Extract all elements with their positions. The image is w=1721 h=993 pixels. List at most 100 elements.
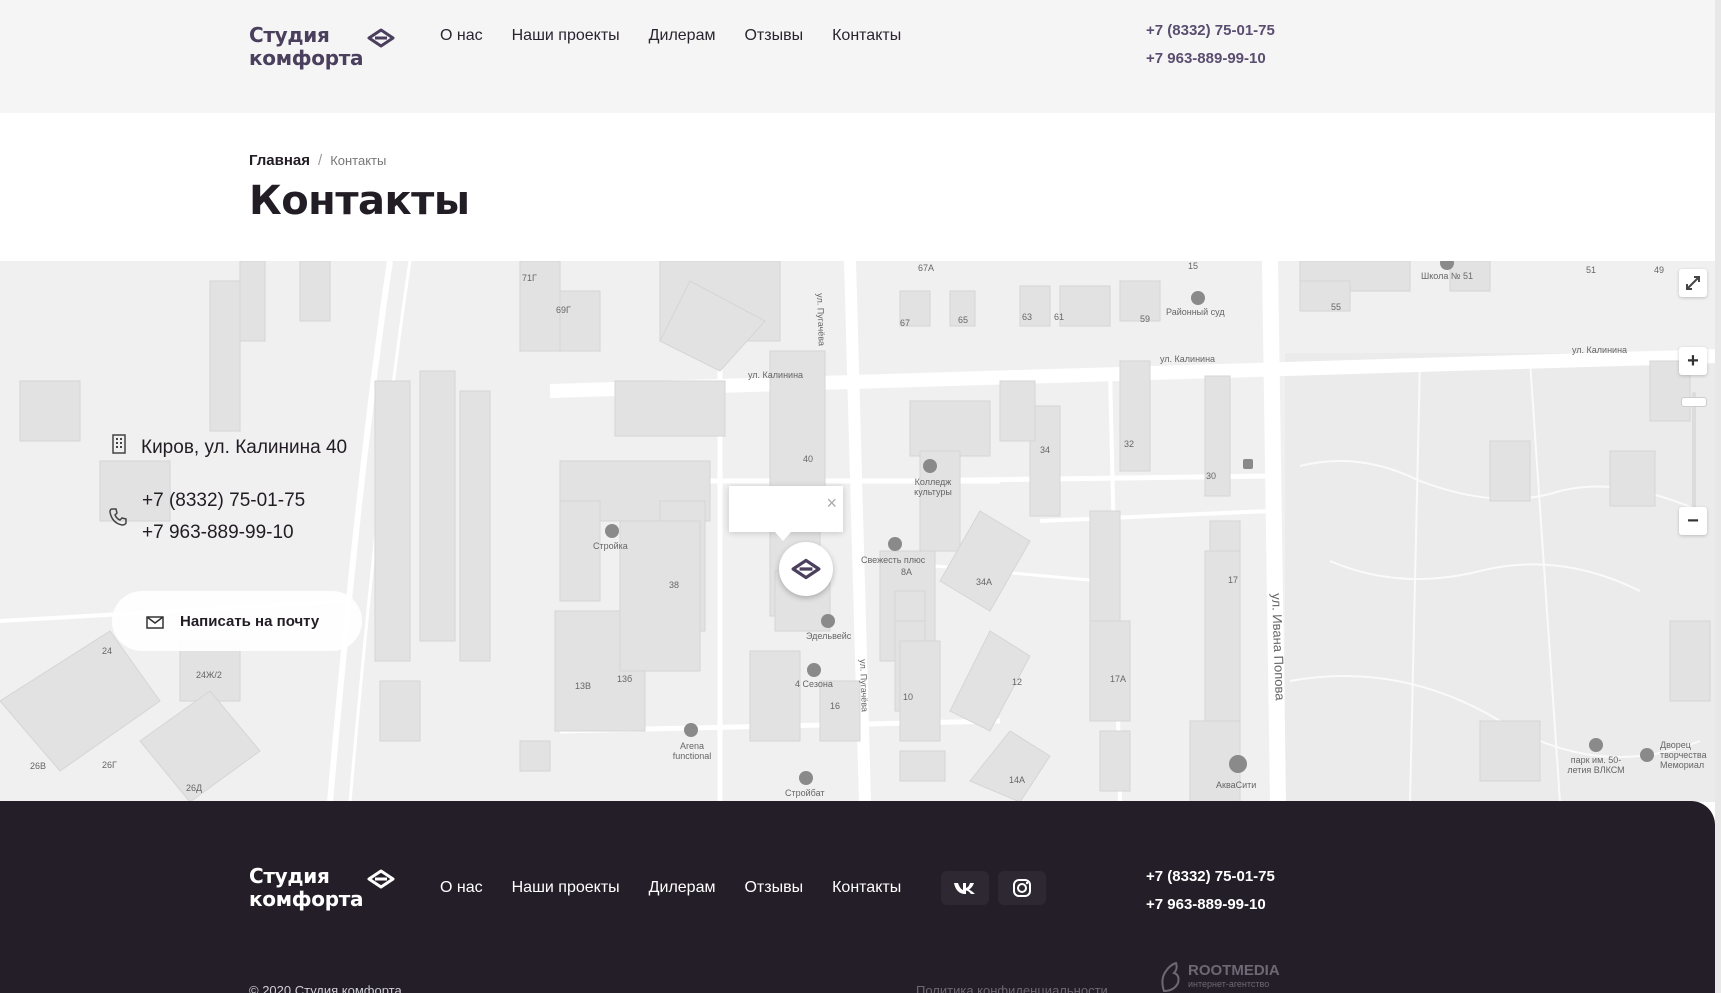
nav-about[interactable]: О нас <box>440 27 483 45</box>
instagram-icon <box>1013 879 1031 897</box>
house-number: 13В <box>575 681 592 691</box>
address-row: Киров, ул. Калинина 40 <box>111 434 347 462</box>
house-number: 26Г <box>102 760 117 770</box>
house-number: 67 <box>900 318 911 328</box>
logo-diamond-icon <box>367 28 395 48</box>
footer-nav-contacts[interactable]: Контакты <box>832 879 901 897</box>
house-number: 34А <box>976 577 993 587</box>
house-number: 8А <box>901 567 913 577</box>
house-number: 55 <box>1331 302 1342 312</box>
expand-icon <box>1686 276 1700 290</box>
building-icon <box>112 434 126 454</box>
zoom-in-button[interactable]: + <box>1679 347 1707 375</box>
house-number: 71Г <box>522 273 537 283</box>
developer-name: ROOTMEDIA <box>1188 962 1280 979</box>
map-fullscreen-button[interactable] <box>1679 269 1707 297</box>
house-number: 15 <box>1188 261 1199 271</box>
copyright: © 2020 Студия комфорта <box>249 983 402 993</box>
nav-dealers[interactable]: Дилерам <box>649 27 716 45</box>
house-number: 12 <box>1012 677 1023 687</box>
street-label: ул. Калинина <box>1160 354 1216 364</box>
street-label: ул. Калинина <box>1572 345 1628 355</box>
house-number: 63 <box>1022 312 1033 322</box>
logo-line2: комфорта <box>249 46 364 70</box>
privacy-policy-link[interactable]: Политика конфиденциальности <box>916 983 1108 993</box>
house-number: 40 <box>803 454 814 464</box>
footer-logo[interactable]: Студия комфорта <box>249 865 395 911</box>
breadcrumb: Главная / Контакты <box>249 152 386 169</box>
place-label: парк им. 50-летия ВЛКСМ <box>1567 755 1625 775</box>
breadcrumb-separator: / <box>318 152 323 169</box>
street-label: ул. Пугачёва <box>858 659 870 713</box>
developer-subtitle: интернет-агентство <box>1188 979 1270 989</box>
mail-icon <box>146 616 164 629</box>
footer-phones: +7 (8332) 75-01-75 +7 963-889-99-10 <box>1146 863 1275 919</box>
map-balloon[interactable]: × <box>729 486 843 541</box>
place-label: Свежесть плюс <box>861 555 926 565</box>
vk-icon <box>954 883 975 894</box>
house-number: 10 <box>903 692 914 702</box>
street-label: ул. Пугачёва <box>815 293 827 347</box>
house-number: 30 <box>1206 471 1217 481</box>
page-scrollbar[interactable] <box>1715 0 1721 993</box>
house-number: 51 <box>1586 265 1597 275</box>
house-number: 67А <box>918 263 935 273</box>
nav-reviews[interactable]: Отзывы <box>744 27 803 45</box>
place-label: Дворец творчества Мемориал <box>1660 740 1707 770</box>
breadcrumb-home[interactable]: Главная <box>249 152 310 169</box>
page-title: Контакты <box>249 178 470 224</box>
nav-contacts[interactable]: Контакты <box>832 27 901 45</box>
footer-nav-projects[interactable]: Наши проекты <box>512 879 620 897</box>
footer-nav-reviews[interactable]: Отзывы <box>744 879 803 897</box>
zoom-slider-handle[interactable] <box>1681 397 1707 407</box>
place-label: Arena functional <box>672 741 712 761</box>
developer-credit[interactable]: ROOTMEDIA интернет-агентство <box>1158 959 1280 993</box>
place-label: Стройка <box>593 541 628 551</box>
vk-button[interactable] <box>941 871 989 905</box>
house-number: 24Ж/2 <box>196 670 222 680</box>
footer-logo-line1: Студия <box>249 864 330 888</box>
instagram-button[interactable] <box>998 871 1046 905</box>
map-location-pin[interactable] <box>779 542 833 596</box>
breadcrumb-current: Контакты <box>330 153 387 168</box>
contact-phone-1[interactable]: +7 (8332) 75-01-75 <box>142 485 305 517</box>
zoom-out-button[interactable]: − <box>1679 507 1707 535</box>
footer-nav: О нас Наши проекты Дилерам Отзывы Контак… <box>440 879 901 897</box>
place-label: АкваСити <box>1216 780 1257 790</box>
house-number: 17А <box>1110 674 1127 684</box>
place-label: Колледж культуры <box>914 477 952 497</box>
house-number: 16 <box>830 701 841 711</box>
header-phone-1[interactable]: +7 (8332) 75-01-75 <box>1146 17 1275 45</box>
balloon-tail <box>775 532 791 541</box>
footer-nav-dealers[interactable]: Дилерам <box>649 879 716 897</box>
address-text: Киров, ул. Калинина 40 <box>141 437 348 458</box>
zoom-slider-track[interactable] <box>1692 392 1696 510</box>
write-email-label: Написать на почту <box>180 612 320 630</box>
contact-phone-2[interactable]: +7 963-889-99-10 <box>142 517 305 549</box>
footer-phone-1[interactable]: +7 (8332) 75-01-75 <box>1146 863 1275 891</box>
street-label: ул. Ивана Попова <box>1269 593 1288 701</box>
house-number: 59 <box>1140 314 1151 324</box>
street-label: ул. Калинина <box>748 370 804 380</box>
logo-line1: Студия <box>249 23 330 47</box>
house-number: 26В <box>30 761 47 771</box>
logo-diamond-icon <box>367 869 395 889</box>
write-email-button[interactable]: Написать на почту <box>112 591 362 651</box>
phone-icon <box>109 508 127 526</box>
balloon-close-icon[interactable]: × <box>826 494 837 512</box>
place-label: Районный суд <box>1166 307 1225 317</box>
place-label: Школа № 51 <box>1421 271 1474 281</box>
house-number: 24 <box>102 646 113 656</box>
house-number: 32 <box>1124 439 1135 449</box>
logo[interactable]: Студия комфорта <box>249 24 395 70</box>
site-footer: Студия комфорта О нас Наши проекты Дилер… <box>0 801 1715 993</box>
house-number: 13б <box>617 674 633 684</box>
site-header: Студия комфорта О нас Наши проекты Дилер… <box>0 0 1721 113</box>
footer-phone-2[interactable]: +7 963-889-99-10 <box>1146 891 1275 919</box>
header-phone-2[interactable]: +7 963-889-99-10 <box>1146 45 1275 73</box>
nav-projects[interactable]: Наши проекты <box>512 27 620 45</box>
header-phones: +7 (8332) 75-01-75 +7 963-889-99-10 <box>1146 17 1275 73</box>
footer-nav-about[interactable]: О нас <box>440 879 483 897</box>
house-number: 61 <box>1054 312 1065 322</box>
phone-row: +7 (8332) 75-01-75 +7 963-889-99-10 <box>108 485 305 549</box>
